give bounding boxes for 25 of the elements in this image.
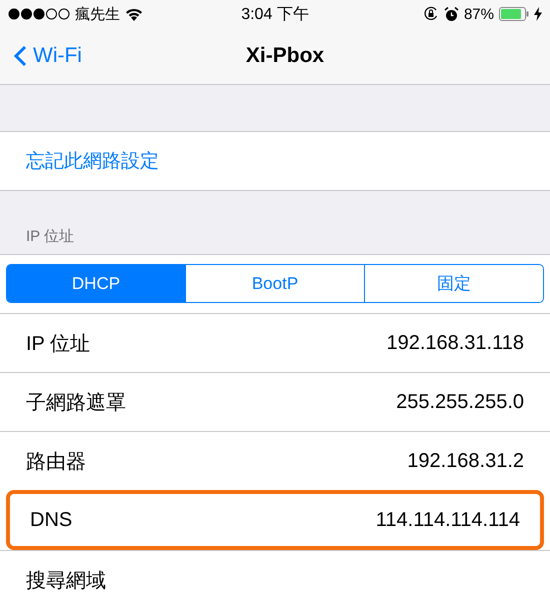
row-label: 搜尋網域 (26, 568, 106, 594)
segment-tab[interactable]: DHCP (7, 265, 185, 302)
battery-percent: 87% (464, 6, 494, 22)
row-label: 子網路遮罩 (26, 390, 126, 416)
charging-icon (534, 7, 542, 21)
chevron-left-icon (14, 45, 27, 67)
segment-tab[interactable]: 固定 (364, 265, 543, 302)
battery-icon (499, 7, 529, 21)
row-label: 路由器 (26, 450, 86, 474)
clock: 3:04 下午 (241, 4, 309, 24)
row-value: 114.114.114.114 (376, 508, 520, 532)
section-header: IP 位址 (26, 227, 74, 246)
carrier-name: 瘋先生 (75, 4, 120, 24)
rotation-lock-icon (422, 6, 439, 22)
row-value: 192.168.31.118 (386, 332, 524, 354)
row-label: IP 位址 (26, 332, 90, 356)
signal-icon (8, 8, 70, 20)
row-value: 192.168.31.2 (407, 450, 524, 472)
alarm-icon (444, 6, 459, 22)
back-button[interactable]: Wi-Fi (0, 43, 246, 69)
nav-title: Xi-Pbox (246, 44, 324, 68)
wifi-icon (125, 8, 143, 20)
row-value: 255.255.255.0 (396, 390, 524, 414)
forget-network-row[interactable]: 忘記此網路設定 (0, 131, 550, 191)
row-label: DNS (30, 508, 72, 532)
